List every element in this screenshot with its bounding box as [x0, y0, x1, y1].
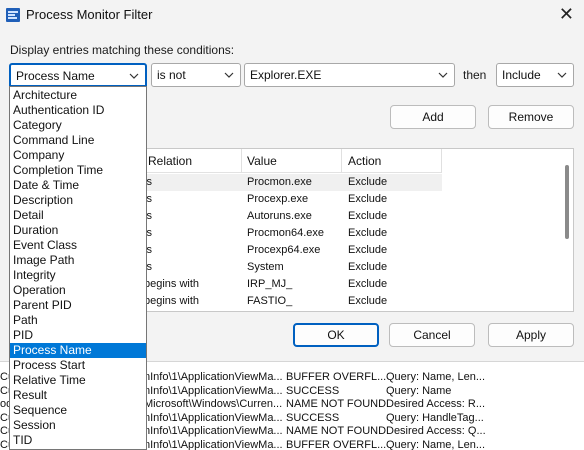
- rule-action: Exclude: [348, 244, 388, 256]
- rule-value: FASTIO_: [247, 295, 293, 307]
- rule-action: Exclude: [348, 193, 388, 205]
- rule-action: Exclude: [348, 210, 388, 222]
- header-divider: [241, 149, 242, 173]
- rule-value: System: [247, 261, 284, 273]
- dropdown-option[interactable]: Process Name: [10, 343, 146, 358]
- dropdown-option[interactable]: Event Class: [10, 238, 146, 253]
- event-cell: nInfo\1\ApplicationViewMa...: [144, 438, 283, 450]
- relation-select[interactable]: is not: [151, 63, 241, 87]
- rules-scrollbar[interactable]: [565, 165, 569, 239]
- dropdown-option[interactable]: Path: [10, 313, 146, 328]
- rule-action: Exclude: [348, 261, 388, 273]
- column-select[interactable]: Process Name: [9, 63, 147, 87]
- dropdown-option[interactable]: Category: [10, 118, 146, 133]
- dropdown-option[interactable]: Relative Time: [10, 373, 146, 388]
- dropdown-option[interactable]: Command Line: [10, 133, 146, 148]
- ok-button[interactable]: OK: [293, 323, 379, 347]
- rule-value: IRP_MJ_: [247, 278, 293, 290]
- dropdown-option[interactable]: Sequence: [10, 403, 146, 418]
- window-title: Process Monitor Filter: [26, 7, 153, 22]
- dropdown-option[interactable]: Process Start: [10, 358, 146, 373]
- rule-action: Exclude: [348, 278, 388, 290]
- rule-value: Autoruns.exe: [247, 210, 312, 222]
- rule-value: Procmon64.exe: [247, 227, 325, 239]
- dropdown-option[interactable]: Integrity: [10, 268, 146, 283]
- dropdown-option[interactable]: Company: [10, 148, 146, 163]
- chevron-down-icon: [438, 72, 448, 78]
- header-action[interactable]: Action: [348, 154, 381, 168]
- dropdown-option[interactable]: Result: [10, 388, 146, 403]
- dropdown-option[interactable]: Date & Time: [10, 178, 146, 193]
- column-dropdown-list[interactable]: Architecture Authentication ID Category Com…: [9, 86, 147, 450]
- event-cell: BUFFER OVERFL...: [286, 438, 387, 450]
- rule-relation: begins with: [144, 295, 200, 307]
- add-button[interactable]: Add: [390, 105, 476, 129]
- header-relation[interactable]: Relation: [148, 154, 192, 168]
- rule-value: Procexp.exe: [247, 193, 309, 205]
- dropdown-option[interactable]: Session: [10, 418, 146, 433]
- relation-select-value: is not: [157, 68, 186, 82]
- column-select-value: Process Name: [16, 69, 95, 83]
- cancel-button[interactable]: Cancel: [389, 323, 475, 347]
- header-divider: [441, 149, 442, 173]
- event-cell: Query: Name, Len...: [386, 438, 486, 450]
- apply-button[interactable]: Apply: [488, 323, 574, 347]
- rule-action: Exclude: [348, 227, 388, 239]
- dropdown-option[interactable]: Architecture: [10, 88, 146, 103]
- value-combo[interactable]: Explorer.EXE: [244, 63, 455, 87]
- dropdown-option[interactable]: Image Path: [10, 253, 146, 268]
- header-divider: [341, 149, 342, 173]
- rule-relation: begins with: [144, 278, 200, 290]
- dropdown-option[interactable]: PID: [10, 328, 146, 343]
- chevron-down-icon: [557, 72, 567, 78]
- process-monitor-icon: [6, 8, 20, 22]
- dropdown-option[interactable]: Authentication ID: [10, 103, 146, 118]
- dropdown-option[interactable]: Duration: [10, 223, 146, 238]
- dropdown-option[interactable]: Operation: [10, 283, 146, 298]
- chevron-down-icon: [224, 72, 234, 78]
- rule-value: Procmon.exe: [247, 176, 312, 188]
- remove-button[interactable]: Remove: [488, 105, 574, 129]
- dropdown-option[interactable]: Completion Time: [10, 163, 146, 178]
- action-select[interactable]: Include: [496, 63, 574, 87]
- rule-value: Procexp64.exe: [247, 244, 321, 256]
- then-label: then: [463, 68, 487, 82]
- action-select-value: Include: [502, 68, 541, 82]
- conditions-prompt: Display entries matching these condition…: [10, 43, 235, 57]
- dropdown-option[interactable]: Detail: [10, 208, 146, 223]
- header-value[interactable]: Value: [247, 154, 277, 168]
- chevron-down-icon: [129, 73, 139, 79]
- value-combo-text: Explorer.EXE: [250, 68, 322, 82]
- rule-action: Exclude: [348, 295, 388, 307]
- dropdown-option[interactable]: Description: [10, 193, 146, 208]
- title-bar: Process Monitor Filter ✕: [0, 0, 584, 30]
- dropdown-option[interactable]: TID: [10, 433, 146, 448]
- dropdown-option[interactable]: Parent PID: [10, 298, 146, 313]
- rule-action: Exclude: [348, 176, 388, 188]
- close-icon[interactable]: ✕: [559, 4, 574, 24]
